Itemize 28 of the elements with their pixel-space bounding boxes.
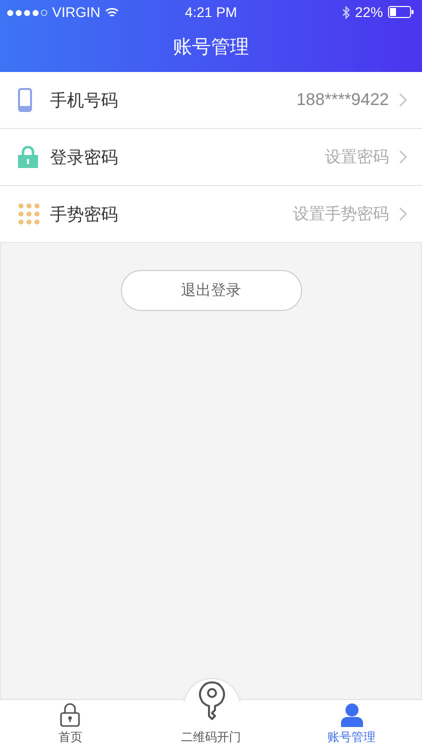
battery-icon [388,6,414,18]
row-label: 登录密码 [50,146,118,168]
chevron-icon [399,150,407,164]
person-icon [340,703,363,727]
settings-row[interactable]: 登录密码 设置密码 [0,129,422,186]
dot-grid-icon [18,203,40,225]
row-value: 设置手势密码 [293,204,389,224]
padlock-icon [18,146,38,168]
clock-text: 4:21 PM [184,4,238,20]
carrier-text: ●●●●○ VIRGIN [6,4,100,20]
settings-row[interactable]: 手势密码 设置手势密码 [0,186,422,243]
tab-item[interactable]: 账号管理 [281,700,422,750]
battery-percent: 22% [354,4,383,20]
settings-row[interactable]: 手机号码 188****9422 [0,72,422,129]
chevron-icon [399,93,407,107]
chevron-icon [399,207,407,221]
row-value: 设置密码 [325,146,389,168]
row-label: 手机号码 [50,90,118,112]
tab-item[interactable]: 二维码开门 [140,700,282,750]
wifi-icon [105,6,120,18]
page-title: 账号管理 [172,35,250,60]
tab-item[interactable]: 首页 [0,700,141,750]
bluetooth-icon [342,6,350,18]
logout-button[interactable]: 退出登录 [120,270,302,311]
phone-icon [18,88,32,112]
row-label: 手势密码 [50,204,118,226]
padlock-icon [60,703,80,727]
row-value: 188****9422 [296,90,389,110]
